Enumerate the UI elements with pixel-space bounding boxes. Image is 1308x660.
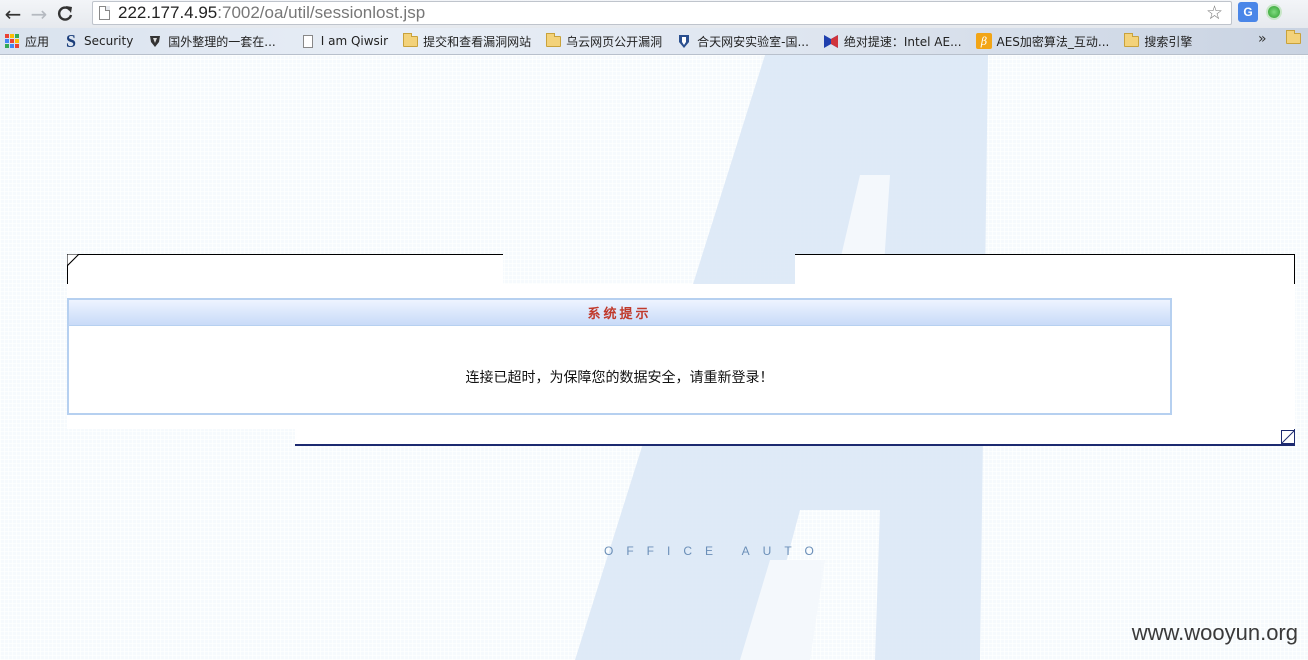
forward-arrow-icon: → bbox=[30, 2, 48, 26]
url-text[interactable]: 222.177.4.95:7002/oa/util/sessionlost.js… bbox=[118, 3, 425, 23]
bookmark-label: 国外整理的一套在... bbox=[168, 34, 276, 49]
green-extension-icon[interactable] bbox=[1266, 4, 1282, 20]
bookmark-submit-vuln[interactable]: 提交和查看漏洞网站 bbox=[398, 30, 535, 52]
forward-button[interactable]: → bbox=[26, 1, 52, 27]
bookmark-security[interactable]: S Security bbox=[59, 30, 137, 52]
reload-icon bbox=[58, 6, 73, 21]
bookmarks-bar: 应用 S Security 国外整理的一套在... I am Qiwsir 提交… bbox=[0, 28, 1308, 55]
baike-icon: β bbox=[975, 33, 992, 49]
back-arrow-icon: ← bbox=[4, 2, 22, 26]
url-path: :7002/oa/util/sessionlost.jsp bbox=[217, 3, 426, 22]
dialog-body: 连接已超时，为保障您的数据安全，请重新登录！ bbox=[69, 326, 1170, 413]
bookmark-intel-aes[interactable]: 绝对提速：Intel AE... bbox=[819, 30, 966, 52]
bookmark-foreign-collection[interactable]: 国外整理的一套在... bbox=[143, 30, 279, 52]
folder-icon bbox=[402, 32, 418, 49]
bookmark-qiwsir[interactable]: I am Qiwsir bbox=[296, 30, 392, 52]
bookmark-label: 绝对提速：Intel AE... bbox=[843, 34, 962, 49]
office-auto-label: OFFICE AUTO bbox=[604, 544, 827, 558]
bookmark-apps[interactable]: 应用 bbox=[0, 30, 53, 52]
back-button[interactable]: ← bbox=[0, 1, 26, 27]
frame-top-right bbox=[795, 254, 1295, 284]
browser-toolbar: ← → 222.177.4.95:7002/oa/util/sessionlos… bbox=[0, 0, 1308, 28]
folder-icon[interactable] bbox=[1286, 30, 1301, 47]
bookmark-wooyun-public[interactable]: 乌云网页公开漏洞 bbox=[541, 30, 666, 52]
s-logo-icon: S bbox=[66, 30, 77, 51]
page-content: 系统提示 连接已超时，为保障您的数据安全，请重新登录！ OFFICE AUTO … bbox=[0, 55, 1308, 660]
wooyun-watermark: www.wooyun.org bbox=[1131, 620, 1298, 645]
url-host: 222.177.4.95 bbox=[118, 3, 218, 22]
bookmark-label: I am Qiwsir bbox=[320, 34, 389, 48]
bookmark-label: 应用 bbox=[25, 34, 50, 49]
frame-top-left bbox=[67, 254, 503, 284]
folder-icon bbox=[545, 32, 561, 49]
shield-badge-icon bbox=[676, 33, 692, 49]
bookmark-label: 搜索引擎 bbox=[1144, 34, 1193, 49]
dialog-title: 系统提示 bbox=[587, 307, 652, 322]
frame-bottom bbox=[295, 429, 1295, 446]
bookmark-label: AES加密算法_互动... bbox=[996, 34, 1110, 49]
reload-button[interactable] bbox=[52, 1, 78, 27]
session-timeout-message: 连接已超时，为保障您的数据安全，请重新登录！ bbox=[465, 369, 774, 386]
bookmark-label: 乌云网页公开漏洞 bbox=[566, 34, 663, 49]
bookmark-label: Security bbox=[84, 34, 134, 48]
svg-text:β: β bbox=[979, 35, 986, 48]
dialog-header: 系统提示 bbox=[69, 300, 1170, 326]
bookmarks-overflow-icon[interactable]: » bbox=[1258, 31, 1267, 47]
fold-corner-icon bbox=[1281, 430, 1295, 444]
document-icon bbox=[300, 33, 316, 49]
bookmark-ribbon-icon bbox=[823, 33, 839, 49]
bookmark-hetian-lab[interactable]: 合天网安实验室-国... bbox=[672, 30, 813, 52]
fold-corner-icon bbox=[67, 254, 80, 267]
folder-icon bbox=[1123, 32, 1139, 49]
system-prompt-dialog: 系统提示 连接已超时，为保障您的数据安全，请重新登录！ bbox=[67, 298, 1172, 415]
bookmark-search-engines[interactable]: 搜索引擎 bbox=[1119, 30, 1196, 52]
bookmark-label: 合天网安实验室-国... bbox=[697, 34, 809, 49]
translate-icon[interactable]: G bbox=[1238, 2, 1258, 22]
extension-icons: G bbox=[1238, 2, 1282, 22]
bookmark-star-icon[interactable]: ☆ bbox=[1206, 2, 1223, 24]
bookmark-label: 提交和查看漏洞网站 bbox=[423, 34, 532, 49]
shield-icon bbox=[147, 33, 163, 49]
page-icon bbox=[99, 6, 110, 20]
apps-grid-icon bbox=[4, 33, 20, 49]
address-bar[interactable]: 222.177.4.95:7002/oa/util/sessionlost.js… bbox=[92, 1, 1232, 25]
bookmark-aes-baike[interactable]: β AES加密算法_互动... bbox=[972, 30, 1114, 52]
